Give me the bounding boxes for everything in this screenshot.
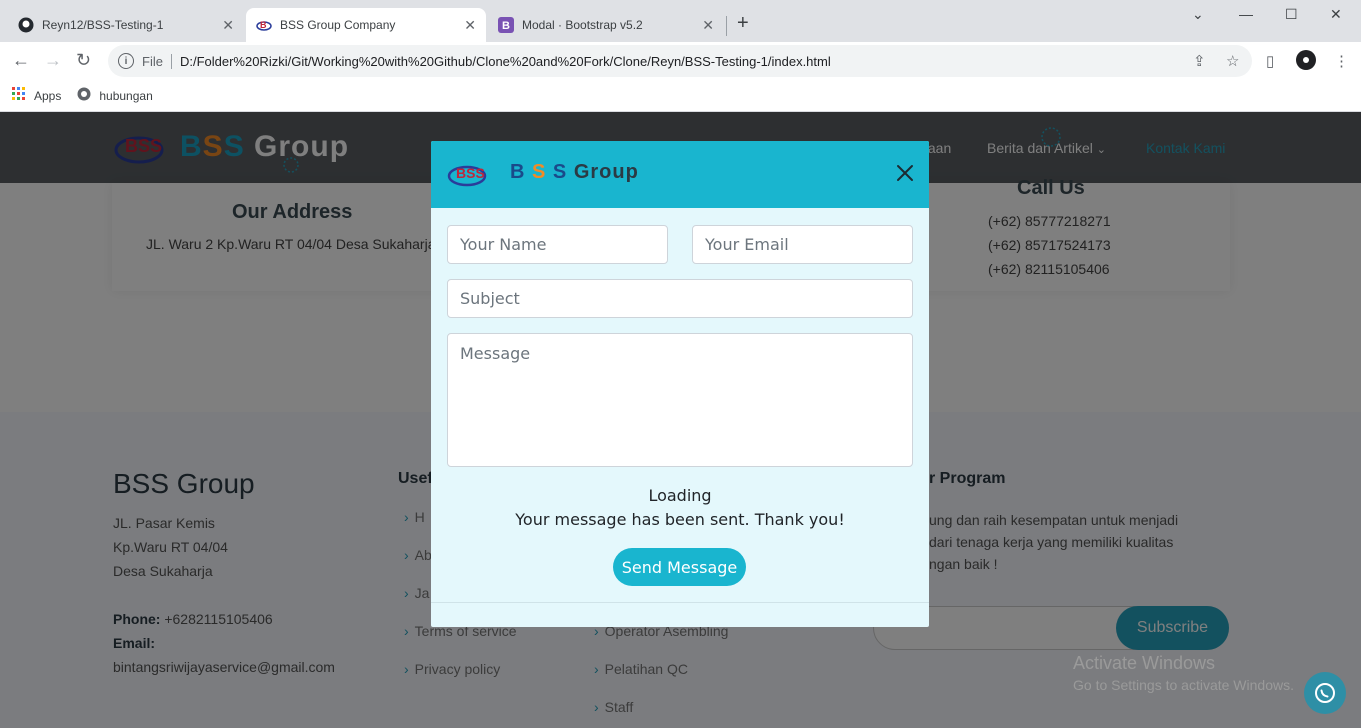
close-icon[interactable] [893,161,917,185]
maximize-icon[interactable]: ☐ [1285,6,1298,23]
send-message-button[interactable]: Send Message [613,548,746,586]
tab-github[interactable]: Reyn12/BSS-Testing-1 ✕ [8,8,244,42]
bss-logo-icon: B [256,17,272,33]
tab-strip: Reyn12/BSS-Testing-1 ✕ B BSS Group Compa… [0,0,1361,42]
bookmark-star-icon[interactable]: ☆ [1226,52,1239,70]
svg-text:B: B [502,20,510,32]
minimize-icon[interactable]: — [1239,6,1253,22]
menu-kebab-icon[interactable]: ⋮ [1334,52,1349,70]
subject-input[interactable]: Subject [447,279,913,318]
forward-icon[interactable]: → [44,50,62,71]
close-tab-icon[interactable]: ✕ [222,17,234,34]
bookmark-apps[interactable]: Apps [12,87,61,104]
back-icon[interactable]: ← [12,50,30,71]
apps-grid-icon [12,87,26,104]
logo-letter: B [510,161,526,183]
bookmark-label: Apps [34,88,62,103]
share-icon[interactable]: ⇪ [1193,52,1206,70]
bookmark-hubungan[interactable]: hubungan [77,87,153,104]
logo-word: Group [573,161,639,183]
window-close-icon[interactable]: ✕ [1330,6,1342,23]
name-input[interactable]: Your Name [447,225,668,264]
tab-title: Modal · Bootstrap v5.2 [522,18,643,32]
logo-letter: S [532,161,547,183]
close-tab-icon[interactable]: ✕ [702,17,714,34]
browser-toolbar: ← → ↻ i File D:/Folder%20Rizki/Git/Worki… [0,42,1361,80]
reload-icon[interactable]: ↻ [76,50,91,71]
whatsapp-button[interactable] [1304,672,1346,714]
bootstrap-icon: B [498,17,514,33]
message-textarea[interactable]: Message [447,333,913,467]
tab-bootstrap[interactable]: B Modal · Bootstrap v5.2 ✕ [488,8,724,42]
info-icon[interactable]: i [118,53,134,69]
activate-windows-title: Activate Windows [1073,653,1216,673]
modal-footer-divider [431,602,929,603]
activate-windows-subtitle: Go to Settings to activate Windows. [1073,677,1294,693]
svg-text:BSS: BSS [456,165,485,181]
sent-message-status: Your message has been sent. Thank you! [515,510,845,529]
bookmark-label: hubungan [99,88,153,103]
loading-status: Loading [648,486,712,505]
tab-separator [726,16,727,36]
side-panel-icon[interactable]: ▯ [1266,52,1274,70]
globe-icon [77,87,91,104]
close-tab-icon[interactable]: ✕ [464,17,476,34]
modal-header: BSS B S S Group [431,141,929,208]
tab-title: BSS Group Company [280,18,396,32]
address-url[interactable]: D:/Folder%20Rizki/Git/Working%20with%20G… [180,54,831,69]
svg-text:B: B [260,20,267,30]
bookmarks-bar: Apps hubungan [0,80,1361,112]
email-input[interactable]: Your Email [692,225,913,264]
browser-chrome: Reyn12/BSS-Testing-1 ✕ B BSS Group Compa… [0,0,1361,112]
address-bar[interactable]: i File D:/Folder%20Rizki/Git/Working%20w… [108,45,1252,77]
logo-letter: S [552,161,568,183]
new-tab-icon[interactable]: + [737,12,749,35]
tab-title: Reyn12/BSS-Testing-1 [42,18,164,32]
web-page: BSS BSS Group taan Berita dan Artikel ⌄ … [0,112,1361,728]
modal-logo-icon: BSS [447,157,487,194]
whatsapp-icon [1315,683,1335,703]
tab-search-icon[interactable]: ⌄ [1192,6,1204,23]
modal-logo-text: B S S Group [510,161,639,184]
tab-bss[interactable]: B BSS Group Company ✕ [246,8,486,42]
profile-avatar[interactable] [1296,50,1316,74]
contact-modal: BSS B S S Group Your Name Your Email Sub… [431,141,929,627]
github-icon [18,17,34,33]
address-scheme: File [142,53,172,69]
